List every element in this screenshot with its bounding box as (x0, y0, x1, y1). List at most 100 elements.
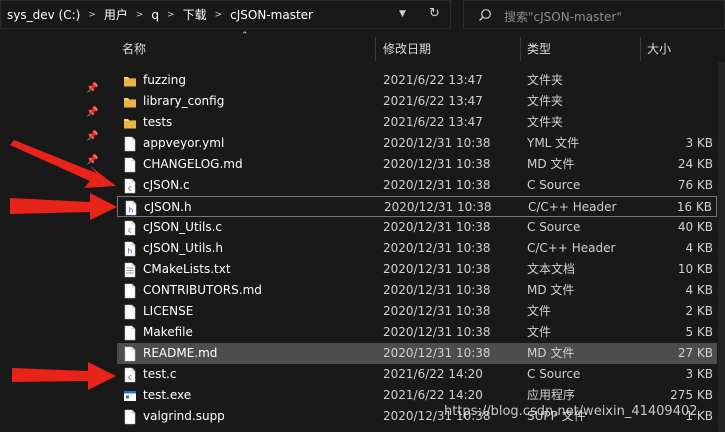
chevron-right-icon[interactable]: > (136, 10, 144, 20)
file-name: CONTRIBUTORS.md (143, 283, 262, 297)
search-box[interactable]: 搜索"cJSON-master" (463, 0, 725, 29)
file-row[interactable]: CONTRIBUTORS.md 2020/12/31 10:38 MD 文件 4 KB (117, 280, 717, 301)
file-date: 2020/12/31 10:38 (383, 283, 491, 297)
file-row[interactable]: CMakeLists.txt 2020/12/31 10:38 文本文档 10 KB (117, 259, 717, 280)
file-row[interactable]: CHANGELOG.md 2020/12/31 10:38 MD 文件 24 KB (117, 154, 717, 175)
pin-icon[interactable]: 📌 (86, 131, 98, 143)
file-row[interactable]: fuzzing 2021/6/22 13:47 文件夹 (117, 70, 717, 91)
pin-icon[interactable]: 📌 (86, 155, 98, 167)
file-size: 275 KB (670, 388, 713, 402)
red-arrow (10, 193, 117, 220)
column-date[interactable]: 修改日期 (383, 37, 431, 61)
file-row[interactable]: library_config 2021/6/22 13:47 文件夹 (117, 91, 717, 112)
column-divider[interactable] (640, 37, 641, 61)
search-icon (479, 9, 491, 21)
file-date: 2021/6/22 13:47 (383, 94, 483, 108)
red-arrow (10, 140, 116, 188)
file-icon (124, 346, 136, 362)
column-divider[interactable] (520, 37, 521, 61)
column-name[interactable]: 名称 (122, 37, 146, 61)
file-size: 16 KB (676, 200, 712, 214)
chevron-right-icon[interactable]: > (167, 10, 175, 20)
file-row[interactable]: test.exe 2021/6/22 14:20 应用程序 275 KB (117, 385, 717, 406)
file-size: 4 KB (685, 283, 713, 297)
c-source-file-icon: c (124, 367, 136, 383)
file-date: 2021/6/22 13:47 (383, 115, 483, 129)
breadcrumb: sys_dev (C:) > 用户 > q > 下载 > cJSON-maste… (1, 1, 313, 28)
file-row[interactable]: Makefile 2020/12/31 10:38 文件 5 KB (117, 322, 717, 343)
file-date: 2020/12/31 10:38 (383, 136, 491, 150)
svg-text:h: h (128, 248, 132, 256)
file-row[interactable]: appveyor.yml 2020/12/31 10:38 YML 文件 3 KB (117, 133, 717, 154)
chevron-down-icon[interactable]: ▼ (399, 9, 411, 21)
file-row[interactable]: c test.c 2021/6/22 14:20 C Source 3 KB (117, 364, 717, 385)
file-type: C Source (527, 367, 581, 381)
svg-text:c: c (128, 227, 132, 235)
file-type: YML 文件 (527, 136, 580, 150)
column-size[interactable]: 大小 (647, 37, 671, 61)
file-type: MD 文件 (527, 346, 575, 360)
file-type: 文件 (527, 325, 552, 339)
file-date: 2021/6/22 13:47 (383, 73, 483, 87)
file-row[interactable]: tests 2021/6/22 13:47 文件夹 (117, 112, 717, 133)
breadcrumb-downloads[interactable]: 下载 (183, 6, 207, 23)
file-size: 10 KB (677, 262, 713, 276)
breadcrumb-drive[interactable]: sys_dev (C:) (7, 8, 80, 22)
file-name: cJSON.h (144, 200, 192, 214)
file-name: valgrind.supp (143, 409, 225, 423)
file-type: 文件 (527, 304, 552, 318)
file-row[interactable]: c cJSON.c 2020/12/31 10:38 C Source 76 KB (117, 175, 717, 196)
svg-text:h: h (129, 207, 133, 215)
column-type[interactable]: 类型 (527, 37, 551, 61)
column-header: 名称 修改日期 类型 大小 (113, 37, 725, 61)
file-name: fuzzing (143, 73, 186, 87)
file-size: 24 KB (677, 157, 713, 171)
red-arrow (12, 362, 116, 390)
file-type: C Source (527, 220, 581, 234)
file-name: appveyor.yml (143, 136, 225, 150)
file-icon (124, 325, 136, 341)
column-divider[interactable] (375, 37, 376, 61)
file-date: 2020/12/31 10:38 (383, 304, 491, 318)
search-input[interactable]: 搜索"cJSON-master" (504, 8, 622, 25)
file-date: 2020/12/31 10:38 (383, 178, 491, 192)
application-icon (124, 391, 136, 401)
breadcrumb-current-folder[interactable]: cJSON-master (230, 8, 313, 22)
address-bar[interactable]: sys_dev (C:) > 用户 > q > 下载 > cJSON-maste… (0, 0, 451, 29)
vertical-scrollbar[interactable] (718, 62, 725, 432)
file-icon (124, 157, 136, 173)
chevron-right-icon[interactable]: > (215, 10, 223, 20)
folder-icon (124, 119, 136, 129)
svg-text:c: c (128, 374, 132, 382)
file-type: 文件夹 (527, 73, 564, 87)
c-header-file-icon: h (124, 241, 136, 257)
file-date: 2020/12/31 10:38 (383, 325, 491, 339)
pin-icon[interactable]: 📌 (86, 83, 98, 95)
file-name: cJSON_Utils.c (143, 220, 222, 234)
file-name: LICENSE (143, 304, 194, 318)
file-row[interactable]: README.md 2020/12/31 10:38 MD 文件 27 KB (117, 343, 717, 364)
file-name: cJSON.c (143, 178, 190, 192)
breadcrumb-users[interactable]: 用户 (104, 6, 128, 23)
c-source-file-icon: c (124, 178, 136, 194)
chevron-right-icon[interactable]: > (88, 10, 96, 20)
watermark: https://blog.csdn.net/weixin_41409402 (444, 404, 698, 419)
file-type: 文本文档 (527, 262, 576, 276)
file-size: 3 KB (685, 136, 713, 150)
file-row[interactable]: h cJSON.h 2020/12/31 10:38 C/C++ Header 16 K… (117, 196, 717, 217)
file-size: 3 KB (685, 367, 713, 381)
svg-text:c: c (128, 185, 132, 193)
file-date: 2021/6/22 14:20 (383, 367, 483, 381)
file-type: 文件夹 (527, 94, 564, 108)
file-date: 2020/12/31 10:38 (383, 241, 491, 255)
file-type: MD 文件 (527, 157, 575, 171)
file-name: CHANGELOG.md (143, 157, 243, 171)
file-row[interactable]: LICENSE 2020/12/31 10:38 文件 2 KB (117, 301, 717, 322)
breadcrumb-user-q[interactable]: q (151, 8, 159, 22)
file-row[interactable]: c cJSON_Utils.c 2020/12/31 10:38 C Source 40… (117, 217, 717, 238)
refresh-icon[interactable]: ↻ (429, 7, 443, 21)
c-header-file-icon: h (125, 200, 137, 216)
pin-icon[interactable]: 📌 (86, 107, 98, 119)
c-source-file-icon: c (124, 220, 136, 236)
file-row[interactable]: h cJSON_Utils.h 2020/12/31 10:38 C/C++ Head… (117, 238, 717, 259)
